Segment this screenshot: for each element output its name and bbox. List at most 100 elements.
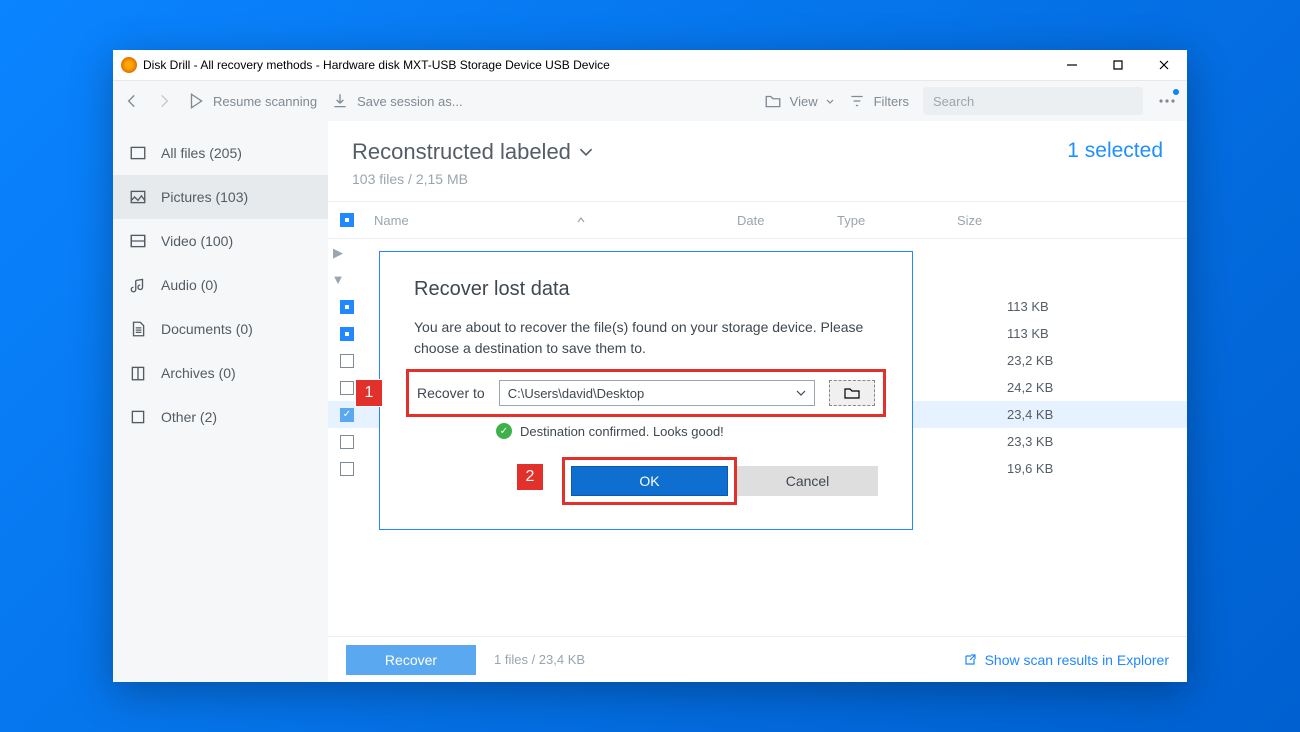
row-checkbox[interactable] bbox=[340, 381, 354, 395]
main-subtitle: 103 files / 2,15 MB bbox=[352, 171, 593, 187]
main-header: Reconstructed labeled 103 files / 2,15 M… bbox=[328, 121, 1187, 201]
annotation-1: 1 bbox=[355, 379, 383, 407]
size-cell: 113 KB bbox=[957, 326, 1187, 341]
sidebar-item-label: Other (2) bbox=[161, 409, 217, 425]
expand-icon[interactable]: ▶ bbox=[328, 245, 348, 261]
confirmation-message: ✓ Destination confirmed. Looks good! bbox=[414, 423, 878, 439]
video-icon bbox=[129, 232, 147, 250]
cancel-button[interactable]: Cancel bbox=[737, 466, 878, 496]
chevron-down-icon bbox=[826, 94, 834, 109]
collapse-icon[interactable]: ▼ bbox=[328, 272, 348, 287]
export-icon bbox=[963, 653, 977, 667]
footer: Recover 1 files / 23,4 KB Show scan resu… bbox=[328, 636, 1187, 682]
window-controls bbox=[1049, 50, 1187, 81]
row-checkbox[interactable] bbox=[340, 435, 354, 449]
sidebar-item-label: Video (100) bbox=[161, 233, 233, 249]
other-icon bbox=[129, 408, 147, 426]
dialog-title: Recover lost data bbox=[414, 278, 878, 301]
play-icon bbox=[187, 92, 205, 110]
column-size[interactable]: Size bbox=[957, 213, 1187, 228]
window-title: Disk Drill - All recovery methods - Hard… bbox=[143, 58, 610, 72]
app-window: Disk Drill - All recovery methods - Hard… bbox=[113, 50, 1187, 682]
resume-scanning-button[interactable]: Resume scanning bbox=[187, 92, 317, 110]
maximize-button[interactable] bbox=[1095, 50, 1141, 81]
size-cell: 23,4 KB bbox=[957, 407, 1187, 422]
chevron-down-icon bbox=[796, 388, 806, 398]
path-value: C:\Users\david\Desktop bbox=[508, 386, 645, 401]
destination-path-dropdown[interactable]: C:\Users\david\Desktop bbox=[499, 380, 815, 406]
sidebar-item-video[interactable]: Video (100) bbox=[113, 219, 328, 263]
size-cell: 23,2 KB bbox=[957, 353, 1187, 368]
sidebar-item-label: Documents (0) bbox=[161, 321, 253, 337]
sidebar-item-label: All files (205) bbox=[161, 145, 242, 161]
annotation-2: 2 bbox=[516, 463, 544, 491]
forward-button[interactable] bbox=[155, 92, 173, 110]
recover-dialog: Recover lost data You are about to recov… bbox=[379, 251, 913, 530]
save-session-button[interactable]: Save session as... bbox=[331, 92, 463, 110]
sidebar-item-label: Pictures (103) bbox=[161, 189, 248, 205]
browse-folder-button[interactable] bbox=[829, 380, 875, 406]
column-type[interactable]: Type bbox=[837, 213, 957, 228]
recover-button[interactable]: Recover bbox=[346, 645, 476, 675]
select-all-checkbox[interactable] bbox=[340, 213, 354, 227]
column-date[interactable]: Date bbox=[737, 213, 837, 228]
size-cell: 24,2 KB bbox=[957, 380, 1187, 395]
view-dropdown[interactable]: View bbox=[764, 92, 834, 110]
sidebar-item-audio[interactable]: Audio (0) bbox=[113, 263, 328, 307]
sidebar-item-label: Archives (0) bbox=[161, 365, 236, 381]
sidebar-item-other[interactable]: Other (2) bbox=[113, 395, 328, 439]
filters-label: Filters bbox=[874, 94, 909, 109]
size-cell: 23,3 KB bbox=[957, 434, 1187, 449]
allfiles-icon bbox=[129, 144, 147, 162]
folder-icon bbox=[844, 387, 860, 399]
sidebar-item-pictures[interactable]: Pictures (103) bbox=[113, 175, 328, 219]
audio-icon bbox=[129, 276, 147, 294]
sidebar-item-label: Audio (0) bbox=[161, 277, 218, 293]
row-checkbox[interactable] bbox=[340, 300, 354, 314]
footer-info: 1 files / 23,4 KB bbox=[494, 652, 585, 667]
minimize-button[interactable] bbox=[1049, 50, 1095, 81]
dialog-buttons: 2 OK Cancel bbox=[562, 457, 878, 505]
row-checkbox[interactable] bbox=[340, 327, 354, 341]
main-title-dropdown[interactable]: Reconstructed labeled bbox=[352, 139, 593, 165]
column-name[interactable]: Name bbox=[366, 213, 737, 228]
sidebar: All files (205) Pictures (103) Video (10… bbox=[113, 121, 328, 682]
back-button[interactable] bbox=[123, 92, 141, 110]
row-checkbox[interactable] bbox=[340, 408, 354, 422]
sidebar-item-archives[interactable]: Archives (0) bbox=[113, 351, 328, 395]
view-label: View bbox=[790, 94, 818, 109]
ok-button[interactable]: OK bbox=[571, 466, 728, 496]
size-cell: 113 KB bbox=[957, 299, 1187, 314]
dialog-text: You are about to recover the file(s) fou… bbox=[414, 317, 878, 359]
pictures-icon bbox=[129, 188, 147, 206]
row-checkbox[interactable] bbox=[340, 354, 354, 368]
close-button[interactable] bbox=[1141, 50, 1187, 81]
check-circle-icon: ✓ bbox=[496, 423, 512, 439]
save-icon bbox=[331, 92, 349, 110]
table-header: Name Date Type Size bbox=[328, 201, 1187, 239]
main-title-text: Reconstructed labeled bbox=[352, 139, 571, 165]
search-input[interactable]: Search bbox=[923, 87, 1143, 115]
chevron-down-icon bbox=[579, 145, 593, 159]
ok-highlight: 2 OK bbox=[562, 457, 737, 505]
resume-label: Resume scanning bbox=[213, 94, 317, 109]
filters-button[interactable]: Filters bbox=[848, 92, 909, 110]
titlebar: Disk Drill - All recovery methods - Hard… bbox=[113, 50, 1187, 81]
more-menu-button[interactable] bbox=[1157, 91, 1177, 111]
archives-icon bbox=[129, 364, 147, 382]
size-cell: 19,6 KB bbox=[957, 461, 1187, 476]
folder-icon bbox=[764, 92, 782, 110]
show-in-explorer-link[interactable]: Show scan results in Explorer bbox=[963, 652, 1169, 668]
main-panel: Reconstructed labeled 103 files / 2,15 M… bbox=[328, 121, 1187, 682]
sidebar-item-documents[interactable]: Documents (0) bbox=[113, 307, 328, 351]
toolbar: Resume scanning Save session as... View … bbox=[113, 81, 1187, 121]
recover-to-label: Recover to bbox=[417, 385, 485, 401]
recover-to-row: 1 Recover to C:\Users\david\Desktop bbox=[406, 369, 886, 417]
save-label: Save session as... bbox=[357, 94, 463, 109]
sidebar-item-allfiles[interactable]: All files (205) bbox=[113, 131, 328, 175]
sort-asc-icon bbox=[577, 217, 585, 223]
row-checkbox[interactable] bbox=[340, 462, 354, 476]
documents-icon bbox=[129, 320, 147, 338]
filters-icon bbox=[848, 92, 866, 110]
selected-count: 1 selected bbox=[1067, 139, 1163, 163]
